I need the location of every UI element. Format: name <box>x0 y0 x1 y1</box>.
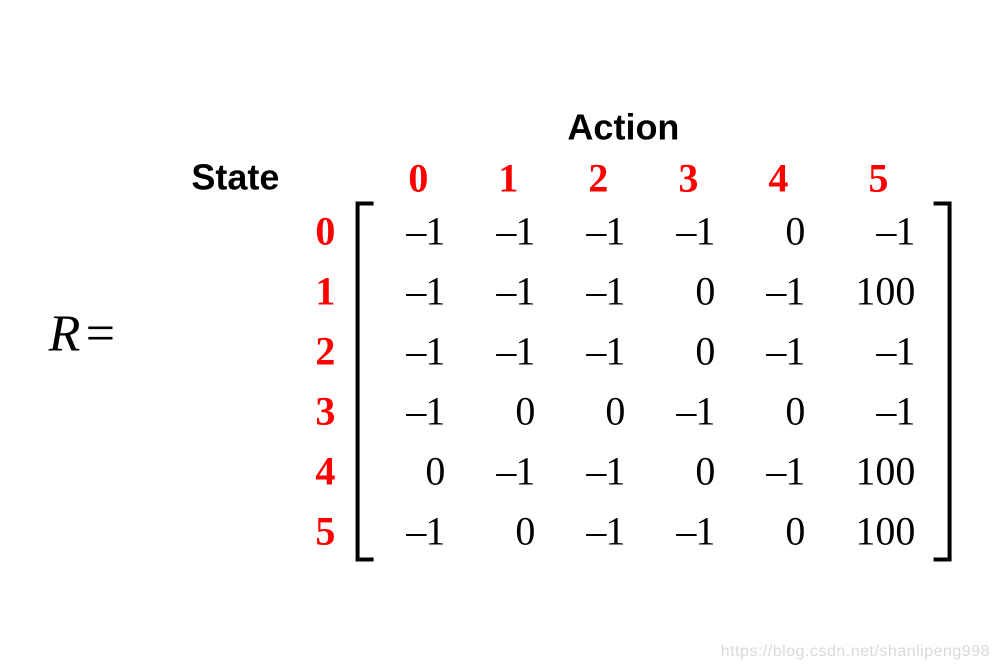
matrix-cells: –1–1–1–10–1–1–1–10–1100–1–1–10–1–1–100–1… <box>373 201 933 561</box>
matrix-cell: –1 <box>643 501 733 561</box>
column-header: 3 <box>643 154 733 201</box>
matrix-cell: –1 <box>733 441 823 501</box>
matrix-cell: –1 <box>643 201 733 261</box>
column-header: 2 <box>553 154 643 201</box>
matrix-cell: –1 <box>463 261 553 321</box>
reward-matrix-figure: R= Action State 012345 012345 –1–1–1–10–… <box>49 106 952 561</box>
matrix-cell: –1 <box>823 321 933 381</box>
row-header: 1 <box>295 261 355 321</box>
row-header: 2 <box>295 321 355 381</box>
column-header: 1 <box>463 154 553 201</box>
column-headers: 012345 <box>373 154 933 201</box>
matrix-cell: –1 <box>373 201 463 261</box>
row-header: 3 <box>295 381 355 441</box>
row-header: 5 <box>295 501 355 561</box>
matrix-cell: –1 <box>553 201 643 261</box>
matrix-cell: –1 <box>553 501 643 561</box>
column-header: 4 <box>733 154 823 201</box>
matrix-cell: 100 <box>823 501 933 561</box>
column-header: 0 <box>373 154 463 201</box>
matrix-cell: 0 <box>643 261 733 321</box>
matrix-cell: –1 <box>553 321 643 381</box>
matrix-cell: 0 <box>373 441 463 501</box>
matrix-cell: –1 <box>553 441 643 501</box>
matrix-cell: 0 <box>643 441 733 501</box>
matrix-body-row: 012345 –1–1–1–10–1–1–1–10–1100–1–1–10–1–… <box>135 201 951 561</box>
matrix-cell: 0 <box>553 381 643 441</box>
matrix-cell: –1 <box>733 321 823 381</box>
row-header: 0 <box>295 201 355 261</box>
row-header: 4 <box>295 441 355 501</box>
matrix-cell: –1 <box>373 321 463 381</box>
matrix-cell: –1 <box>373 261 463 321</box>
matrix-cell: –1 <box>823 201 933 261</box>
matrix-cell: –1 <box>373 501 463 561</box>
column-header: 5 <box>823 154 933 201</box>
matrix-cell: –1 <box>733 261 823 321</box>
matrix-cell: 100 <box>823 261 933 321</box>
left-bracket-icon <box>355 201 373 561</box>
matrix-cell: –1 <box>823 381 933 441</box>
matrix-lhs-symbol: R= <box>49 304 120 363</box>
matrix-cell: –1 <box>463 201 553 261</box>
matrix-cell: –1 <box>553 261 643 321</box>
action-axis-title: Action <box>567 106 679 148</box>
matrix-cell: 0 <box>643 321 733 381</box>
column-header-row: State 012345 <box>139 154 947 201</box>
matrix-cell: –1 <box>463 441 553 501</box>
matrix-cell: 100 <box>823 441 933 501</box>
matrix-cell: –1 <box>463 321 553 381</box>
row-headers: 012345 <box>295 201 355 561</box>
matrix-cell: –1 <box>373 381 463 441</box>
right-bracket-icon <box>933 201 951 561</box>
matrix-cell: 0 <box>463 501 553 561</box>
matrix-area: –1–1–1–10–1–1–1–10–1100–1–1–10–1–1–100–1… <box>355 201 951 561</box>
matrix-cell: 0 <box>733 201 823 261</box>
matrix-block: Action State 012345 012345 –1–1–1–10–1–1… <box>135 106 951 561</box>
matrix-cell: 0 <box>733 381 823 441</box>
state-axis-title: State <box>139 157 299 199</box>
watermark-text: https://blog.csdn.net/shanlipeng998 <box>721 643 990 661</box>
matrix-cell: –1 <box>643 381 733 441</box>
matrix-cell: 0 <box>733 501 823 561</box>
matrix-cell: 0 <box>463 381 553 441</box>
